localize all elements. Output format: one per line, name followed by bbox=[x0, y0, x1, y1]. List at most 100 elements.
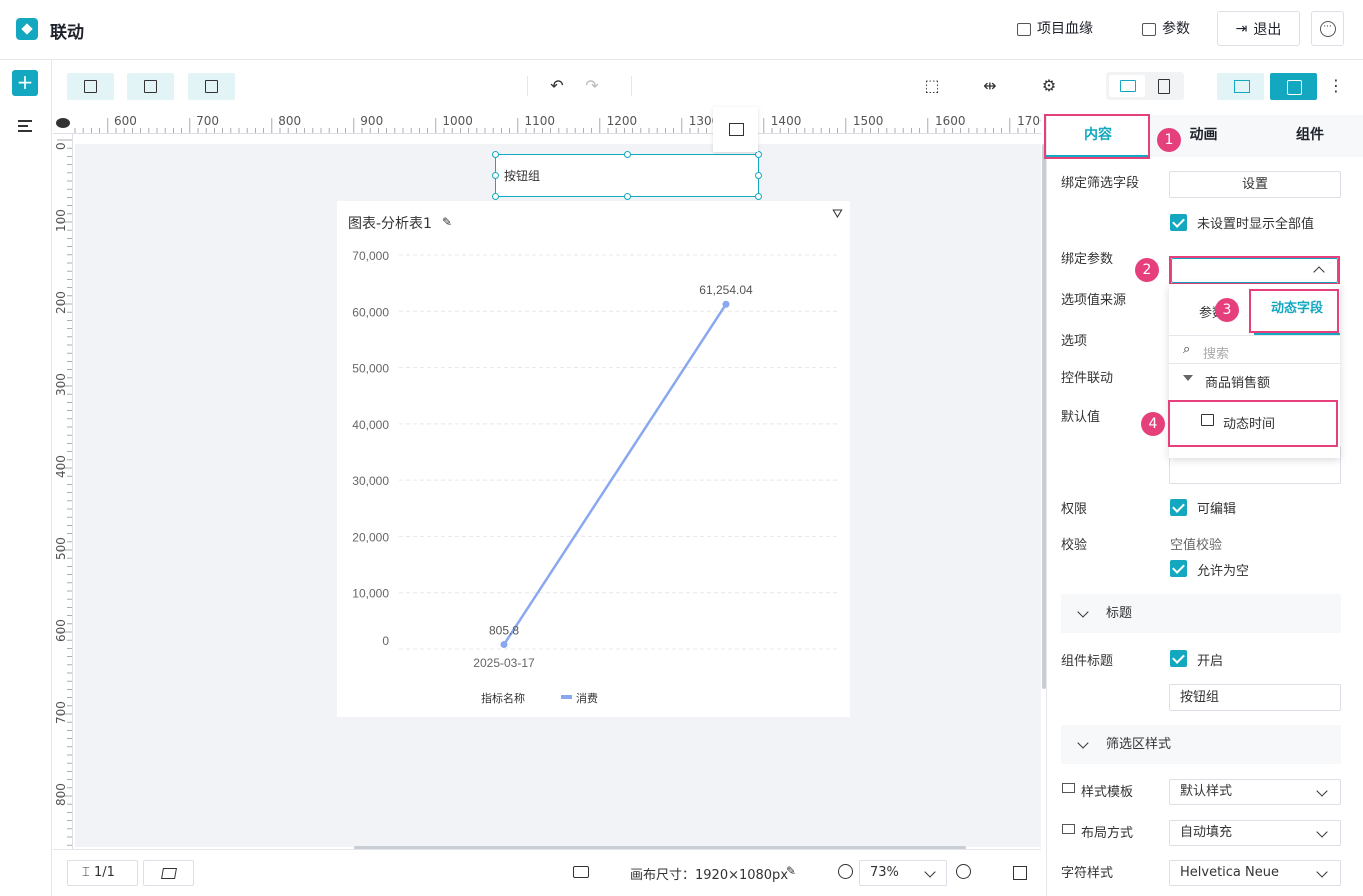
redo-icon[interactable]: ↷ bbox=[584, 78, 600, 94]
ruler-label: 700 bbox=[196, 114, 219, 128]
zoom-out-icon[interactable] bbox=[838, 864, 853, 879]
layout-label: 布局方式 bbox=[1081, 826, 1134, 841]
resize-handle[interactable] bbox=[624, 151, 631, 158]
params-icon bbox=[1142, 22, 1156, 36]
fit-screen-icon[interactable] bbox=[1013, 866, 1027, 880]
ruler-ticks bbox=[57, 139, 72, 846]
data-label: 805.8 bbox=[489, 623, 519, 637]
resize-handle[interactable] bbox=[492, 193, 499, 200]
app-logo-icon bbox=[16, 18, 38, 40]
enable-title-checkbox[interactable] bbox=[1170, 650, 1187, 667]
params-button[interactable]: 参数 bbox=[1142, 16, 1190, 42]
resize-handle[interactable] bbox=[624, 193, 631, 200]
keyboard-icon[interactable] bbox=[573, 866, 589, 878]
bind-param-label: 绑定参数 bbox=[1061, 252, 1114, 267]
data-point[interactable] bbox=[722, 300, 730, 308]
align-icon[interactable]: ⇹ bbox=[978, 78, 1002, 94]
style-template-label: 样式模板 bbox=[1081, 785, 1134, 800]
y-tick-label: 10,000 bbox=[352, 587, 389, 601]
y-tick-label: 40,000 bbox=[352, 418, 389, 432]
ruler-label: 800 bbox=[278, 114, 302, 128]
editable-checkbox[interactable] bbox=[1170, 499, 1187, 516]
layout-select[interactable]: 自动填充 bbox=[1169, 820, 1341, 846]
component-toolbox-icon[interactable] bbox=[713, 107, 758, 152]
zoom-select[interactable]: 73% bbox=[859, 860, 947, 886]
exit-button[interactable]: ⇥ 退出 bbox=[1217, 11, 1300, 46]
exit-icon: ⇥ bbox=[1235, 20, 1248, 37]
preview-button[interactable] bbox=[1217, 73, 1264, 100]
show-all-checkbox[interactable] bbox=[1170, 214, 1187, 231]
resize-handle[interactable] bbox=[492, 172, 499, 179]
style-template-select[interactable]: 默认样式 bbox=[1169, 779, 1341, 805]
layers-icon[interactable] bbox=[143, 860, 194, 886]
desktop-view-icon[interactable] bbox=[1109, 75, 1145, 97]
add-table-button[interactable] bbox=[188, 73, 235, 100]
tab-component[interactable]: 组件 bbox=[1257, 115, 1363, 157]
ruler-label: 1600 bbox=[935, 114, 966, 128]
ruler-label: 200 bbox=[54, 291, 68, 314]
edit-size-icon[interactable]: ✎ bbox=[786, 864, 796, 878]
resize-handle[interactable] bbox=[755, 193, 762, 200]
add-table-icon bbox=[205, 80, 218, 93]
caret-down-icon[interactable] bbox=[1183, 375, 1193, 381]
legend-title: 指标名称 bbox=[481, 691, 525, 705]
resize-handle[interactable] bbox=[755, 172, 762, 179]
project-lineage-button[interactable]: 项目血缘 bbox=[1017, 16, 1093, 42]
vertical-ruler: 0 100 200 300 400 500 600 700 800 bbox=[53, 134, 73, 849]
save-button[interactable] bbox=[1270, 73, 1317, 100]
y-tick-label: 50,000 bbox=[352, 362, 389, 376]
step-badge: 2 bbox=[1135, 258, 1159, 282]
font-style-select[interactable]: Helvetica Neue bbox=[1169, 860, 1341, 886]
y-tick-label: 60,000 bbox=[352, 305, 389, 319]
page-selector[interactable]: ⌶ 1/1 bbox=[67, 860, 138, 886]
resize-handle[interactable] bbox=[755, 151, 762, 158]
default-value-label: 默认值 bbox=[1061, 410, 1101, 425]
filter-style-section[interactable]: 筛选区样式 bbox=[1061, 725, 1341, 764]
ruler-label: 0 bbox=[54, 142, 68, 150]
font-style-label: 字符样式 bbox=[1061, 866, 1114, 881]
control-link-label: 控件联动 bbox=[1061, 371, 1114, 386]
more-icon: ··· bbox=[1319, 20, 1336, 37]
zoom-in-icon[interactable] bbox=[956, 864, 971, 879]
toolbar-divider bbox=[631, 76, 632, 96]
allow-null-checkbox[interactable] bbox=[1170, 560, 1187, 577]
editable-label: 可编辑 bbox=[1197, 502, 1237, 517]
tree-group-label[interactable]: 商品销售额 bbox=[1205, 372, 1270, 391]
outline-icon[interactable] bbox=[18, 120, 32, 132]
data-point[interactable] bbox=[500, 640, 508, 648]
permission-label: 权限 bbox=[1061, 502, 1088, 517]
search-input[interactable]: 搜索 bbox=[1203, 343, 1229, 362]
button-group-label: 按钮组 bbox=[504, 169, 541, 183]
undo-icon[interactable]: ↶ bbox=[549, 78, 565, 94]
show-all-label: 未设置时显示全部值 bbox=[1197, 217, 1315, 232]
title-section[interactable]: 标题 bbox=[1061, 594, 1341, 633]
ruler-label: 900 bbox=[360, 114, 384, 128]
highlight-box bbox=[1249, 289, 1339, 333]
canvas-size: 画布尺寸：1920×1080px bbox=[630, 868, 789, 883]
y-tick-label: 0 bbox=[382, 634, 389, 648]
highlight-box bbox=[1169, 256, 1340, 285]
add-component-icon[interactable]: + bbox=[12, 70, 38, 96]
settings-icon[interactable]: ⚙ bbox=[1041, 78, 1057, 94]
ruler-label: 1700 bbox=[1017, 114, 1041, 128]
divider bbox=[1169, 363, 1340, 364]
page-title: 联动 bbox=[50, 23, 84, 43]
select-icon[interactable]: ⬚ bbox=[924, 78, 940, 94]
title-input[interactable]: 按钮组 bbox=[1169, 684, 1341, 711]
set-button[interactable]: 设置 bbox=[1169, 171, 1341, 198]
monitor-icon bbox=[1062, 824, 1075, 834]
mobile-view-icon[interactable] bbox=[1158, 79, 1170, 94]
step-badge: 1 bbox=[1157, 128, 1181, 152]
monitor-icon bbox=[1062, 783, 1075, 793]
more-button[interactable]: ··· bbox=[1311, 11, 1344, 46]
add-filter-button[interactable] bbox=[127, 73, 174, 100]
ruler-label: 600 bbox=[114, 114, 137, 128]
eye-icon[interactable] bbox=[56, 118, 70, 128]
step-badge: 4 bbox=[1141, 412, 1165, 436]
legend-item[interactable]: 消费 bbox=[576, 691, 598, 705]
line-chart: 0 10,000 20,000 30,000 40,000 50,000 60,000 70,… bbox=[352, 249, 837, 705]
add-chart-button[interactable] bbox=[67, 73, 114, 100]
toolbar-more-icon[interactable]: ⋮ bbox=[1328, 76, 1344, 96]
component-title-label: 组件标题 bbox=[1061, 654, 1114, 669]
resize-handle[interactable] bbox=[492, 151, 499, 158]
